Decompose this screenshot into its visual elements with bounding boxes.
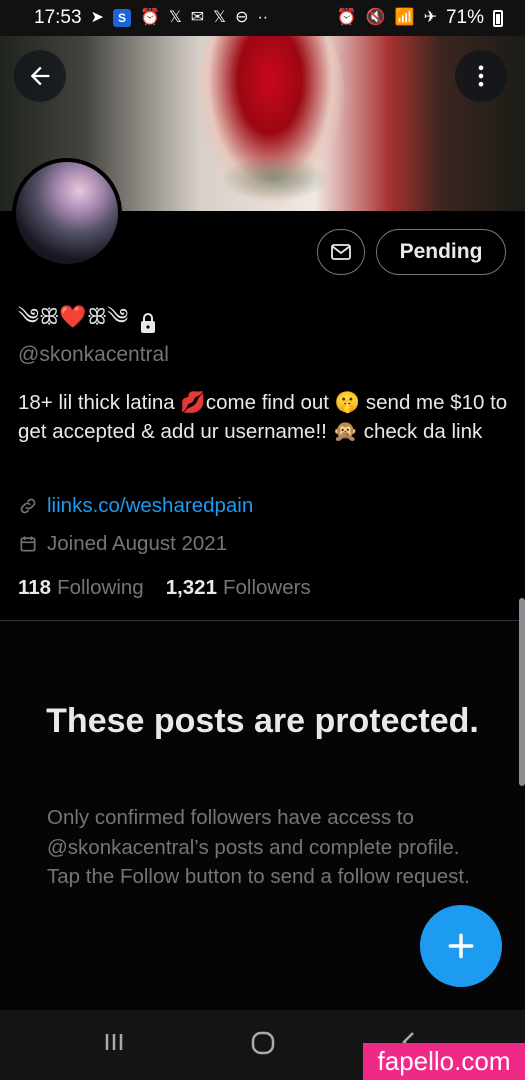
link-icon <box>20 498 36 514</box>
followers-count: 1,321 <box>165 576 217 599</box>
telegram-icon: ➤ <box>90 9 104 26</box>
status-bar: 17:53 ➤ S ⏰ 𝕏 ✉ 𝕏 ⊖ ·· ⏰ 🔇 📶 ✈ 71% <box>0 0 525 36</box>
home-icon <box>251 1031 275 1055</box>
more-vertical-icon <box>478 65 484 87</box>
battery-text: 71% <box>445 7 484 28</box>
back-button[interactable] <box>14 50 66 102</box>
arrow-left-icon <box>30 66 50 86</box>
x-icon: 𝕏 <box>168 9 182 26</box>
alarm-icon: ⏰ <box>336 9 357 26</box>
profile-link[interactable]: liinks.co/wesharedpain <box>47 494 253 518</box>
compose-button[interactable] <box>420 905 502 987</box>
followers-stat[interactable]: 1,321 Followers <box>166 576 311 600</box>
watermark: fapello.com <box>363 1043 525 1080</box>
status-right: ⏰ 🔇 📶 ✈ 71% <box>337 7 503 29</box>
username-handle: @skonkacentral <box>18 343 169 366</box>
following-label: Following <box>57 576 144 599</box>
s-app-icon: S <box>112 9 131 27</box>
battery-icon <box>493 9 503 27</box>
more-options-button[interactable] <box>455 50 507 102</box>
wifi-icon: 📶 <box>394 9 415 26</box>
follow-stats: 118 Following 1,321 Followers <box>18 576 311 600</box>
mail-icon <box>331 244 351 260</box>
following-stat[interactable]: 118 Following <box>18 576 144 600</box>
status-time: 17:53 <box>34 7 82 28</box>
recent-apps-button[interactable] <box>100 1028 128 1056</box>
airplane-icon: ✈ <box>423 9 437 26</box>
more-dots-icon: ·· <box>257 9 269 26</box>
following-count: 118 <box>18 576 52 599</box>
x-icon-2: 𝕏 <box>213 9 227 26</box>
home-button[interactable] <box>248 1028 278 1058</box>
alarm-icon: ⏰ <box>139 9 160 26</box>
calendar-icon <box>20 536 36 552</box>
joined-date: Joined August 2021 <box>47 532 228 555</box>
pending-button[interactable]: Pending <box>376 229 506 275</box>
mute-icon: 🔇 <box>365 9 386 26</box>
profile-bio: 18+ lil thick latina 💋come find out 🤫 se… <box>18 391 508 443</box>
profile-link-row[interactable]: liinks.co/wesharedpain <box>18 494 253 518</box>
avatar[interactable] <box>12 158 122 268</box>
lock-icon <box>141 313 156 333</box>
followers-label: Followers <box>223 576 311 599</box>
protected-description: Only confirmed followers have access to … <box>47 806 470 888</box>
gmail-icon: ✉ <box>190 9 205 26</box>
plus-icon <box>448 933 474 959</box>
message-button[interactable] <box>317 229 365 275</box>
protected-title: These posts are protected. <box>46 702 479 740</box>
status-left: 17:53 ➤ S ⏰ 𝕏 ✉ 𝕏 ⊖ ·· <box>34 7 268 29</box>
scrollbar[interactable] <box>519 598 525 786</box>
recent-apps-icon <box>105 1034 123 1050</box>
do-not-disturb-icon: ⊖ <box>235 9 249 26</box>
joined-row: Joined August 2021 <box>18 532 227 556</box>
